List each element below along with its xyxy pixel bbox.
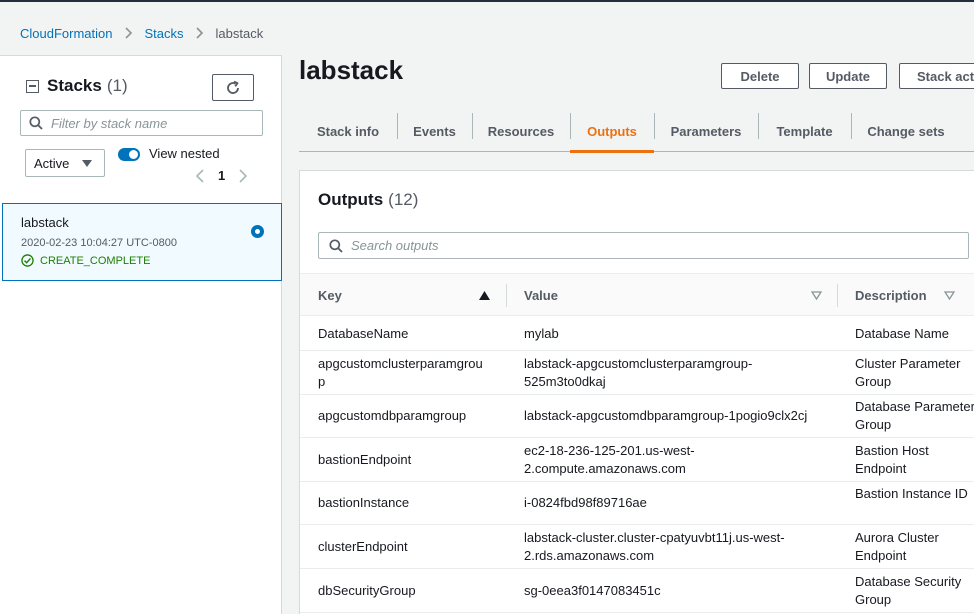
breadcrumb-current: labstack	[215, 25, 264, 41]
stack-actions-button[interactable]: Stack actions	[899, 63, 974, 89]
column-header-key[interactable]: Key	[318, 274, 508, 317]
table-header: Key Value Description	[300, 273, 974, 316]
table-row: clusterEndpoint labstack-cluster.cluster…	[300, 525, 974, 569]
column-header-description[interactable]: Description	[855, 274, 965, 317]
caret-down-icon	[82, 160, 92, 167]
tab-change-sets[interactable]: Change sets	[851, 110, 961, 152]
output-key: apgcustomdbparamgroup	[318, 408, 467, 423]
stack-tabs: Stack info Events Resources Outputs Para…	[299, 110, 974, 153]
stack-created-date: 2020-02-23 10:04:27 UTC-0800	[21, 237, 177, 249]
sort-descending-icon[interactable]	[944, 291, 955, 300]
output-value: sg-0eea3f0147083451c	[524, 583, 661, 598]
output-description: Aurora Cluster Endpoint	[855, 530, 939, 563]
stacks-header: Stacks (1)	[26, 76, 128, 96]
filter-placeholder: Filter by stack name	[51, 115, 168, 131]
output-key: bastionInstance	[318, 495, 410, 510]
stack-select-radio[interactable]	[251, 225, 264, 238]
tab-outputs[interactable]: Outputs	[570, 110, 654, 153]
output-key: DatabaseName	[318, 326, 409, 341]
output-key: clusterEndpoint	[318, 539, 408, 554]
refresh-button[interactable]	[212, 74, 254, 101]
column-value-label: Value	[524, 288, 558, 303]
filter-stacks-input[interactable]: Filter by stack name	[20, 110, 263, 136]
refresh-icon	[225, 80, 241, 96]
breadcrumb-cloudformation[interactable]: CloudFormation	[20, 26, 113, 41]
chevron-right-icon	[124, 27, 133, 39]
table-row: DatabaseName mylab Database Name	[300, 316, 974, 351]
search-outputs-placeholder: Search outputs	[351, 238, 439, 253]
stacks-panel: Stacks (1) Filter by stack name Active V…	[0, 55, 282, 614]
tab-stack-info[interactable]: Stack info	[299, 110, 397, 152]
top-header-bar	[0, 0, 974, 2]
output-description: Database Parameter Group	[855, 399, 974, 432]
output-value: mylab	[524, 326, 559, 341]
table-row: apgcustomdbparamgroup labstack-apgcustom…	[300, 395, 974, 438]
output-value: labstack-apgcustomclusterparamgroup- 525…	[524, 356, 753, 389]
collapse-icon[interactable]	[26, 79, 39, 93]
output-value: labstack-cluster.cluster-cpatyuvbt11j.us…	[524, 530, 785, 563]
stack-list-item[interactable]: labstack 2020-02-23 10:04:27 UTC-0800 CR…	[2, 203, 282, 281]
column-divider[interactable]	[506, 284, 507, 307]
stacks-title: Stacks	[47, 76, 102, 95]
output-key: apgcustomclusterparamgrou p	[318, 356, 483, 389]
output-description: Database Name	[855, 326, 949, 341]
status-filter-select[interactable]: Active	[25, 149, 105, 177]
outputs-count: (12)	[388, 190, 419, 209]
tab-resources[interactable]: Resources	[472, 110, 570, 152]
status-filter-value: Active	[34, 155, 70, 171]
output-value: ec2-18-236-125-201.us-west- 2.compute.am…	[524, 443, 695, 476]
table-row: bastionInstance i-0824fbd98f89716ae Bast…	[300, 482, 974, 525]
output-value: labstack-apgcustomdbparamgroup-1pogio9cl…	[524, 408, 808, 423]
next-page-icon[interactable]	[239, 168, 248, 183]
current-page[interactable]: 1	[218, 168, 225, 183]
column-key-label: Key	[318, 288, 342, 303]
output-description: Database Security Group	[855, 574, 962, 607]
outputs-panel: Outputs (12) Search outputs Key Value De…	[299, 170, 974, 614]
column-description-label: Description	[855, 288, 927, 303]
breadcrumb: CloudFormation Stacks labstack	[20, 24, 263, 42]
chevron-right-icon	[195, 27, 204, 39]
update-button[interactable]: Update	[809, 63, 887, 89]
output-key: dbSecurityGroup	[318, 583, 416, 598]
sort-descending-icon[interactable]	[811, 291, 822, 300]
column-header-value[interactable]: Value	[524, 274, 824, 317]
outputs-table: Key Value Description DatabaseName mylab…	[300, 273, 974, 613]
tab-events[interactable]: Events	[397, 110, 472, 152]
search-icon	[329, 238, 343, 253]
stacks-count: (1)	[106, 76, 128, 95]
table-row: bastionEndpoint ec2-18-236-125-201.us-we…	[300, 438, 974, 482]
sort-ascending-icon[interactable]	[479, 291, 490, 300]
tab-parameters[interactable]: Parameters	[654, 110, 758, 152]
stack-status: CREATE_COMPLETE	[21, 254, 150, 267]
stack-name: labstack	[21, 215, 69, 230]
pagination: 1	[196, 168, 248, 183]
table-row: apgcustomclusterparamgrou p labstack-apg…	[300, 351, 974, 395]
previous-page-icon[interactable]	[196, 168, 204, 183]
page-title: labstack	[299, 55, 404, 85]
breadcrumb-stacks[interactable]: Stacks	[145, 26, 184, 41]
table-row: dbSecurityGroup sg-0eea3f0147083451c Dat…	[300, 569, 974, 613]
tab-template[interactable]: Template	[758, 110, 851, 152]
output-description: Bastion Host Endpoint	[855, 443, 929, 476]
search-outputs-input[interactable]: Search outputs	[318, 232, 969, 259]
check-circle-icon	[21, 254, 34, 267]
view-nested-toggle[interactable]	[118, 148, 140, 161]
stack-status-text: CREATE_COMPLETE	[40, 254, 151, 267]
view-nested-label: View nested	[149, 146, 220, 161]
outputs-title: Outputs	[318, 190, 384, 209]
outputs-header: Outputs (12)	[318, 190, 418, 210]
column-divider[interactable]	[837, 284, 838, 307]
output-key: bastionEndpoint	[318, 452, 412, 467]
output-value: i-0824fbd98f89716ae	[524, 495, 647, 510]
output-description: Bastion Instance ID	[855, 486, 968, 501]
search-icon	[29, 116, 43, 130]
delete-button[interactable]: Delete	[721, 63, 799, 89]
output-description: Cluster Parameter Group	[855, 356, 961, 389]
